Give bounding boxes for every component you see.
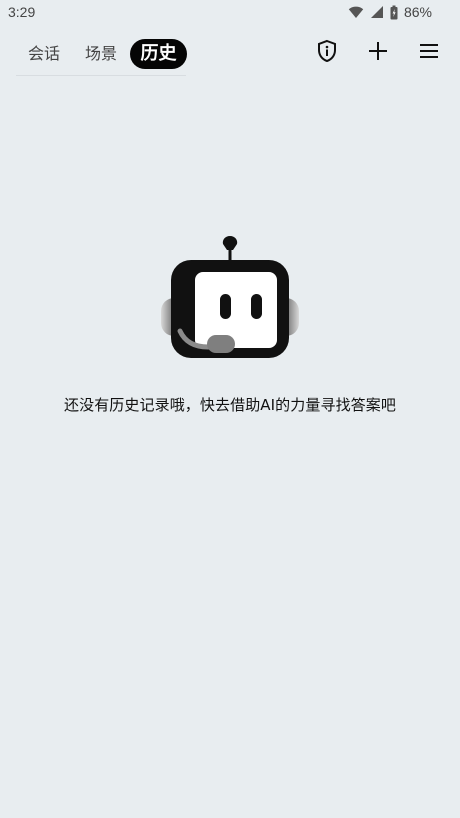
robot-assistant-icon	[161, 236, 299, 358]
tab-history[interactable]: 历史	[130, 39, 187, 69]
empty-history-state: 还没有历史记录哦，快去借助AI的力量寻找答案吧	[0, 232, 460, 415]
new-chat-button[interactable]	[365, 40, 391, 66]
battery-level: 86%	[403, 4, 432, 20]
status-time: 3:29	[8, 4, 36, 20]
wifi-icon	[348, 5, 364, 19]
empty-history-message: 还没有历史记录哦，快去借助AI的力量寻找答案吧	[64, 396, 396, 414]
hamburger-menu-icon	[419, 42, 439, 64]
tab-conversation[interactable]: 会话	[28, 39, 60, 69]
status-bar: 3:29 86%	[0, 0, 460, 26]
battery-icon	[390, 5, 398, 20]
tab-bar: 会话 场景 历史	[16, 36, 187, 76]
top-bar: 会话 场景 历史	[0, 36, 460, 76]
shield-info-icon	[316, 39, 338, 67]
status-indicators: 86%	[348, 4, 432, 20]
top-actions	[314, 36, 442, 70]
plus-icon	[368, 41, 388, 65]
signal-icon	[370, 5, 384, 19]
privacy-shield-button[interactable]	[314, 39, 340, 67]
menu-button[interactable]	[416, 40, 442, 66]
tab-scenes[interactable]: 场景	[85, 39, 117, 69]
